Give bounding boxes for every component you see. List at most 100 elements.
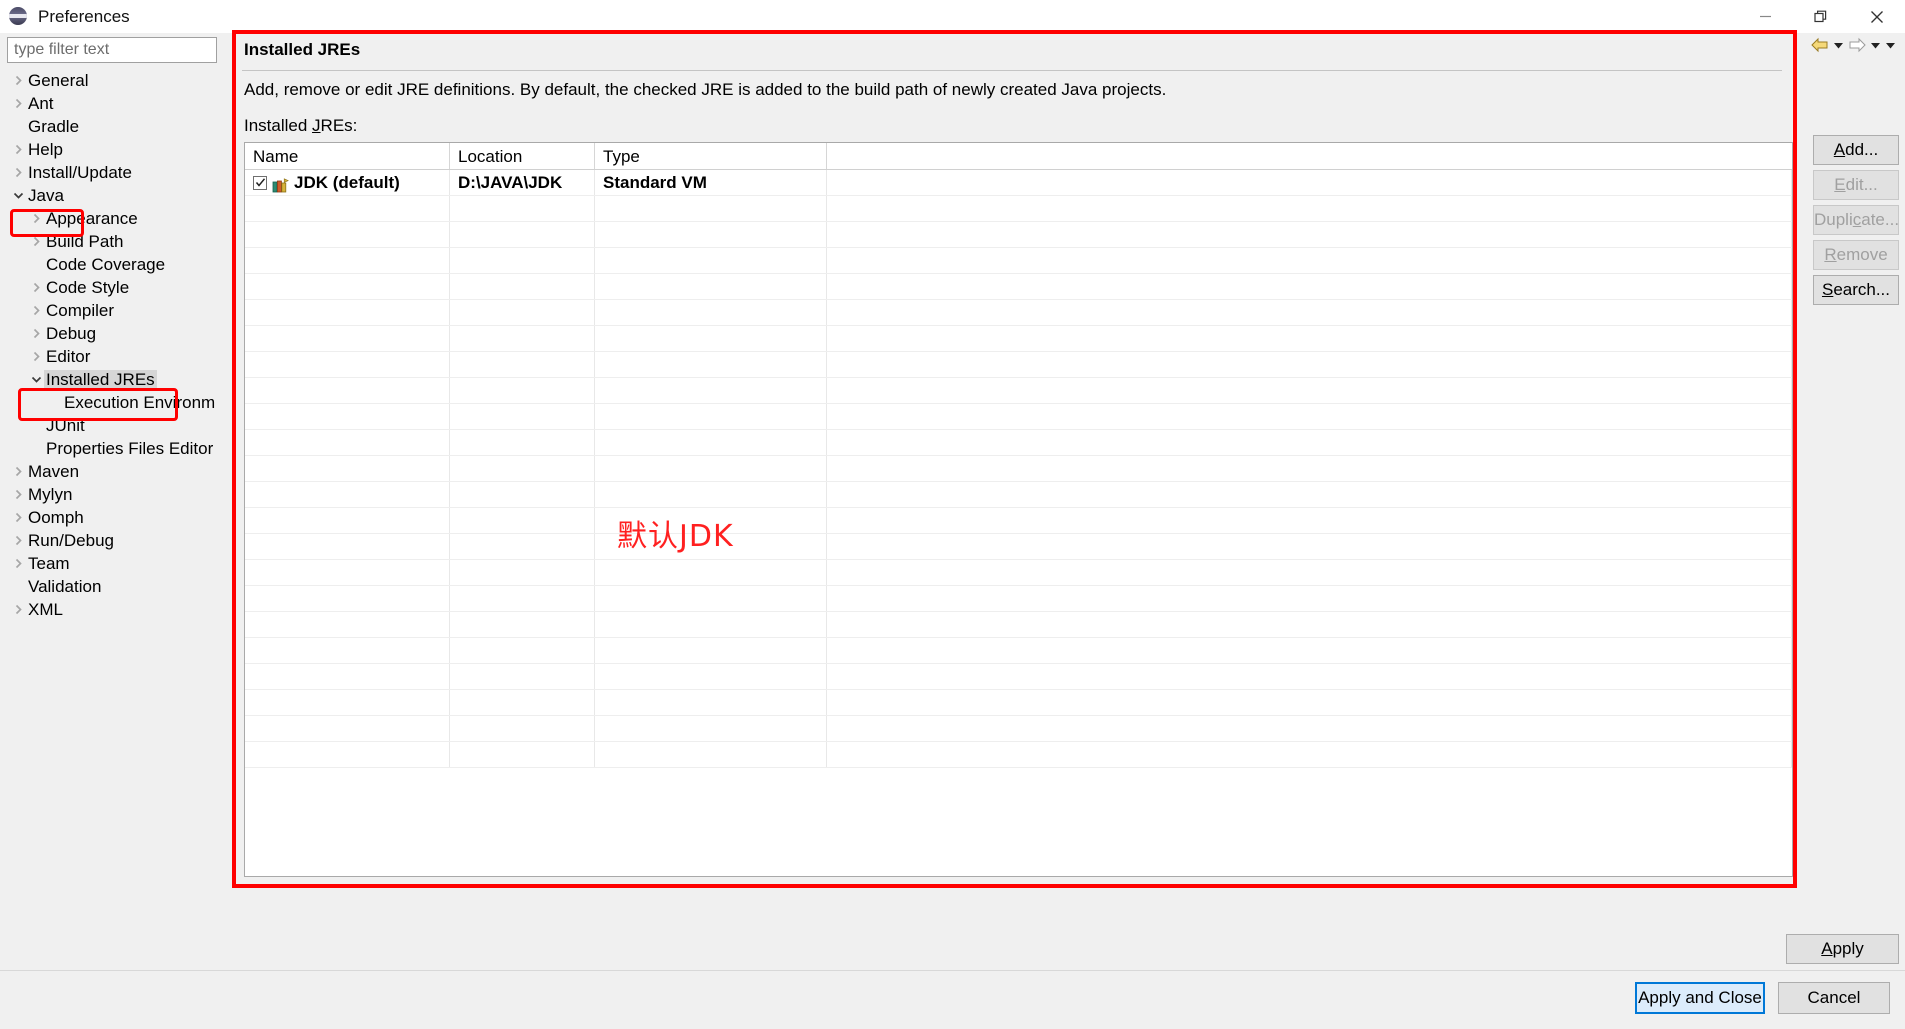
cell-empty [245, 690, 450, 715]
sidebar-item-maven[interactable]: Maven [0, 460, 224, 483]
close-icon[interactable] [1849, 0, 1905, 33]
cell-filler [827, 170, 1792, 195]
cell-empty [827, 300, 1792, 325]
sidebar-item-appearance[interactable]: Appearance [0, 207, 224, 230]
sidebar-item-build-path[interactable]: Build Path [0, 230, 224, 253]
sidebar-item-install-update[interactable]: Install/Update [0, 161, 224, 184]
back-arrow-icon[interactable] [1810, 35, 1830, 55]
view-menu-chevron-down-icon[interactable] [1884, 35, 1897, 55]
chevron-right-icon[interactable] [10, 506, 26, 529]
maximize-icon[interactable] [1793, 0, 1849, 33]
table-empty-row [245, 508, 1792, 534]
chevron-right-icon[interactable] [28, 276, 44, 299]
sidebar-item-label: Execution Environm [64, 392, 216, 412]
table-empty-row [245, 196, 1792, 222]
cell-empty [245, 300, 450, 325]
cell-empty [827, 430, 1792, 455]
jre-default-checkbox[interactable] [253, 175, 267, 190]
cell-empty [827, 586, 1792, 611]
preferences-tree[interactable]: General Ant Gradle Help Install/Update Java Ap… [0, 69, 224, 949]
sidebar-item-general[interactable]: General [0, 69, 224, 92]
chevron-right-icon[interactable] [10, 460, 26, 483]
installed-jres-table[interactable]: Name Location Type JDK (default) D:\JAVA\… [244, 142, 1793, 877]
sidebar-item-installed-jres[interactable]: Installed JREs [0, 368, 224, 391]
sidebar-item-mylyn[interactable]: Mylyn [0, 483, 224, 506]
minimize-icon[interactable] [1737, 0, 1793, 33]
chevron-right-icon[interactable] [10, 529, 26, 552]
sidebar-item-label: Validation [28, 576, 102, 596]
apply-and-close-button[interactable]: Apply and Close [1635, 982, 1765, 1014]
sidebar-item-execution-environm[interactable]: Execution Environm [0, 391, 224, 414]
sidebar-item-code-style[interactable]: Code Style [0, 276, 224, 299]
sidebar-item-editor[interactable]: Editor [0, 345, 224, 368]
chevron-right-icon[interactable] [10, 161, 26, 184]
sidebar-item-junit[interactable]: JUnit [0, 414, 224, 437]
cell-empty [595, 612, 827, 637]
cell-empty [827, 690, 1792, 715]
forward-arrow-icon[interactable] [1847, 35, 1867, 55]
chevron-down-icon[interactable] [1869, 35, 1882, 55]
cell-empty [245, 612, 450, 637]
cell-empty [450, 612, 595, 637]
sidebar-item-label: Ant [28, 93, 54, 113]
sidebar-item-label: Installed JREs [44, 369, 157, 390]
apply-button[interactable]: Apply [1786, 934, 1899, 964]
cell-empty [450, 716, 595, 741]
cell-empty [595, 430, 827, 455]
chevron-right-icon[interactable] [28, 230, 44, 253]
table-empty-row [245, 248, 1792, 274]
main-content-panel: Installed JREs Add, remove or edit JRE d… [232, 30, 1797, 888]
table-row[interactable]: JDK (default) D:\JAVA\JDK Standard VM [245, 170, 1792, 196]
sidebar-item-help[interactable]: Help [0, 138, 224, 161]
sidebar-item-ant[interactable]: Ant [0, 92, 224, 115]
sidebar-item-xml[interactable]: XML [0, 598, 224, 621]
sidebar-item-code-coverage[interactable]: Code Coverage [0, 253, 224, 276]
cell-empty [827, 664, 1792, 689]
sidebar-item-properties-files-editor[interactable]: Properties Files Editor [0, 437, 224, 460]
table-empty-row [245, 716, 1792, 742]
chevron-right-icon[interactable] [10, 552, 26, 575]
title-bar: Preferences [0, 0, 1905, 33]
chevron-down-icon[interactable] [10, 184, 26, 207]
sidebar-item-java[interactable]: Java [0, 184, 224, 207]
chevron-right-icon[interactable] [10, 598, 26, 621]
cancel-button[interactable]: Cancel [1778, 982, 1890, 1014]
sidebar-item-team[interactable]: Team [0, 552, 224, 575]
cell-location: D:\JAVA\JDK [450, 170, 595, 195]
cell-empty [827, 716, 1792, 741]
table-empty-row [245, 456, 1792, 482]
table-empty-row [245, 690, 1792, 716]
sidebar-item-validation[interactable]: Validation [0, 575, 224, 598]
chevron-right-icon[interactable] [10, 138, 26, 161]
search-button[interactable]: Search... [1813, 275, 1899, 305]
sidebar-item-run-debug[interactable]: Run/Debug [0, 529, 224, 552]
chevron-right-icon[interactable] [10, 92, 26, 115]
chevron-right-icon[interactable] [10, 483, 26, 506]
column-header-type[interactable]: Type [595, 143, 827, 169]
chevron-down-icon[interactable] [1832, 35, 1845, 55]
chevron-down-icon[interactable] [28, 368, 44, 391]
cell-empty [450, 326, 595, 351]
column-header-name[interactable]: Name [245, 143, 450, 169]
cell-empty [450, 378, 595, 403]
cell-empty [245, 430, 450, 455]
sidebar-item-debug[interactable]: Debug [0, 322, 224, 345]
sidebar-item-label: Install/Update [28, 162, 132, 182]
sidebar-item-compiler[interactable]: Compiler [0, 299, 224, 322]
column-header-location[interactable]: Location [450, 143, 595, 169]
chevron-right-icon[interactable] [28, 299, 44, 322]
cell-empty [595, 222, 827, 247]
cell-empty [245, 404, 450, 429]
chevron-right-icon[interactable] [10, 69, 26, 92]
chevron-right-icon[interactable] [28, 322, 44, 345]
jre-name: JDK (default) [294, 172, 400, 192]
add-button[interactable]: Add... [1813, 135, 1899, 165]
sidebar-item-label: Debug [46, 323, 97, 343]
cell-empty [450, 482, 595, 507]
chevron-right-icon[interactable] [28, 345, 44, 368]
sidebar-item-oomph[interactable]: Oomph [0, 506, 224, 529]
search-input[interactable] [7, 37, 217, 63]
chevron-right-icon[interactable] [28, 207, 44, 230]
sidebar-item-gradle[interactable]: Gradle [0, 115, 224, 138]
remove-button: Remove [1813, 240, 1899, 270]
